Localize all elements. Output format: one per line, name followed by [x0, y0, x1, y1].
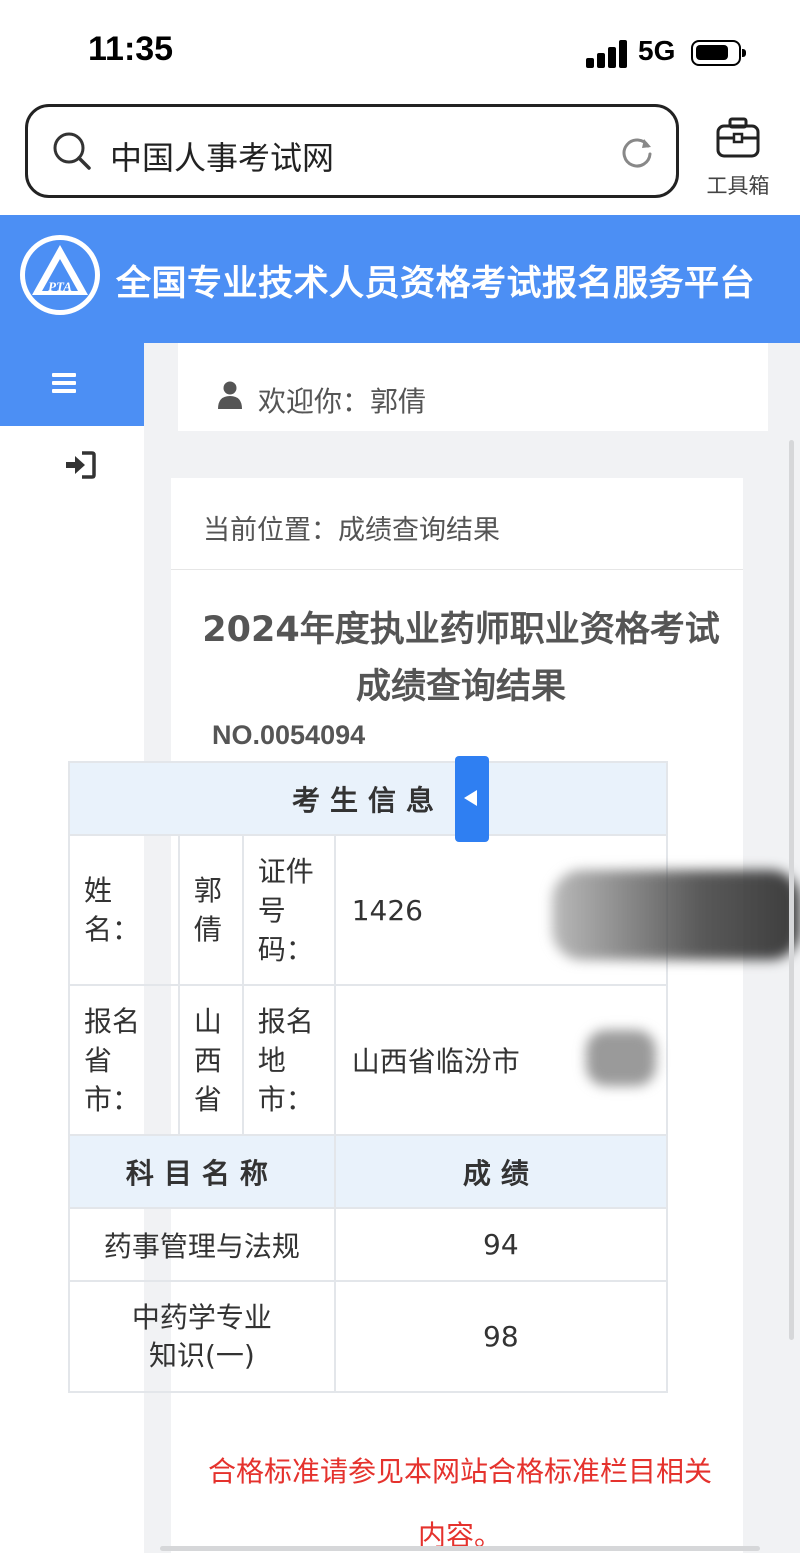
subject-score: 98: [333, 1280, 669, 1393]
status-bar: 11:35 5G: [0, 0, 800, 100]
info-header: 考生信息: [68, 761, 668, 836]
redaction-mark: [552, 870, 800, 960]
province-label: 报名省市：: [68, 984, 180, 1136]
result-title: 2024年度执业药师职业资格考试成绩查询结果: [202, 610, 720, 707]
battery-icon: [691, 40, 746, 66]
horizontal-scrollbar[interactable]: [160, 1546, 760, 1551]
refresh-icon[interactable]: [620, 135, 654, 169]
province-value: 山西省: [177, 984, 244, 1136]
id-label: 证件号码：: [241, 834, 336, 986]
result-table: 考生信息 姓名： 郭倩 证件号码： 1426 报名省市： 山西省 报名地市： 山…: [68, 761, 669, 1393]
city-label: 报名地市：: [241, 984, 336, 1136]
menu-icon: [52, 373, 76, 393]
toolbox-label: 工具箱: [706, 174, 770, 198]
name-value: 郭倩: [177, 834, 244, 986]
info-header-row: 考生信息: [68, 761, 668, 836]
network-type: 5G: [638, 35, 676, 66]
vertical-scrollbar[interactable]: [789, 440, 794, 1340]
welcome-bar: 欢迎你：郭倩: [178, 343, 768, 431]
address-bar[interactable]: 中国人事考试网: [25, 104, 679, 198]
site-header: PTA 全国专业技术人员资格考试报名服务平台: [0, 215, 800, 343]
subject-name: 药事管理与法规: [68, 1207, 336, 1282]
toolbox-icon: [716, 117, 760, 158]
address-text: 中国人事考试网: [110, 139, 335, 177]
table-row: 报名省市： 山西省 报名地市： 山西省临汾市: [68, 984, 669, 1136]
site-title: 全国专业技术人员资格考试报名服务平台: [116, 264, 756, 304]
score-header-row: 科目名称 成绩: [68, 1134, 669, 1209]
score-header: 成绩: [333, 1134, 669, 1209]
collapse-arrow-icon: [464, 790, 477, 806]
name-label: 姓名：: [68, 834, 180, 986]
menu-button[interactable]: [0, 343, 144, 426]
toolbox-button[interactable]: 工具箱: [700, 116, 776, 200]
breadcrumb: 当前位置：成绩查询结果: [171, 478, 743, 570]
welcome-text: 欢迎你：郭倩: [258, 385, 427, 418]
subject-name: 中药学专业知识(一): [68, 1280, 336, 1393]
svg-text:PTA: PTA: [48, 279, 72, 294]
search-icon: [53, 132, 91, 170]
collapse-handle[interactable]: [455, 756, 489, 842]
table-row: 中药学专业知识(一) 98: [68, 1280, 669, 1393]
subject-header: 科目名称: [68, 1134, 336, 1209]
result-number: NO.0054094: [212, 720, 366, 750]
breadcrumb-text: 当前位置：成绩查询结果: [203, 515, 500, 546]
redaction-mark: [586, 1030, 656, 1086]
notice-text: 合格标准请参见本网站合格标准栏目相关内容。: [207, 1455, 712, 1552]
status-time: 11:35: [88, 30, 174, 68]
pta-logo: PTA: [20, 235, 100, 315]
table-row: 药事管理与法规 94: [68, 1207, 669, 1282]
user-icon: [218, 381, 242, 409]
signal-icon: [586, 40, 628, 68]
subject-score: 94: [333, 1207, 669, 1282]
login-icon[interactable]: [64, 451, 96, 479]
